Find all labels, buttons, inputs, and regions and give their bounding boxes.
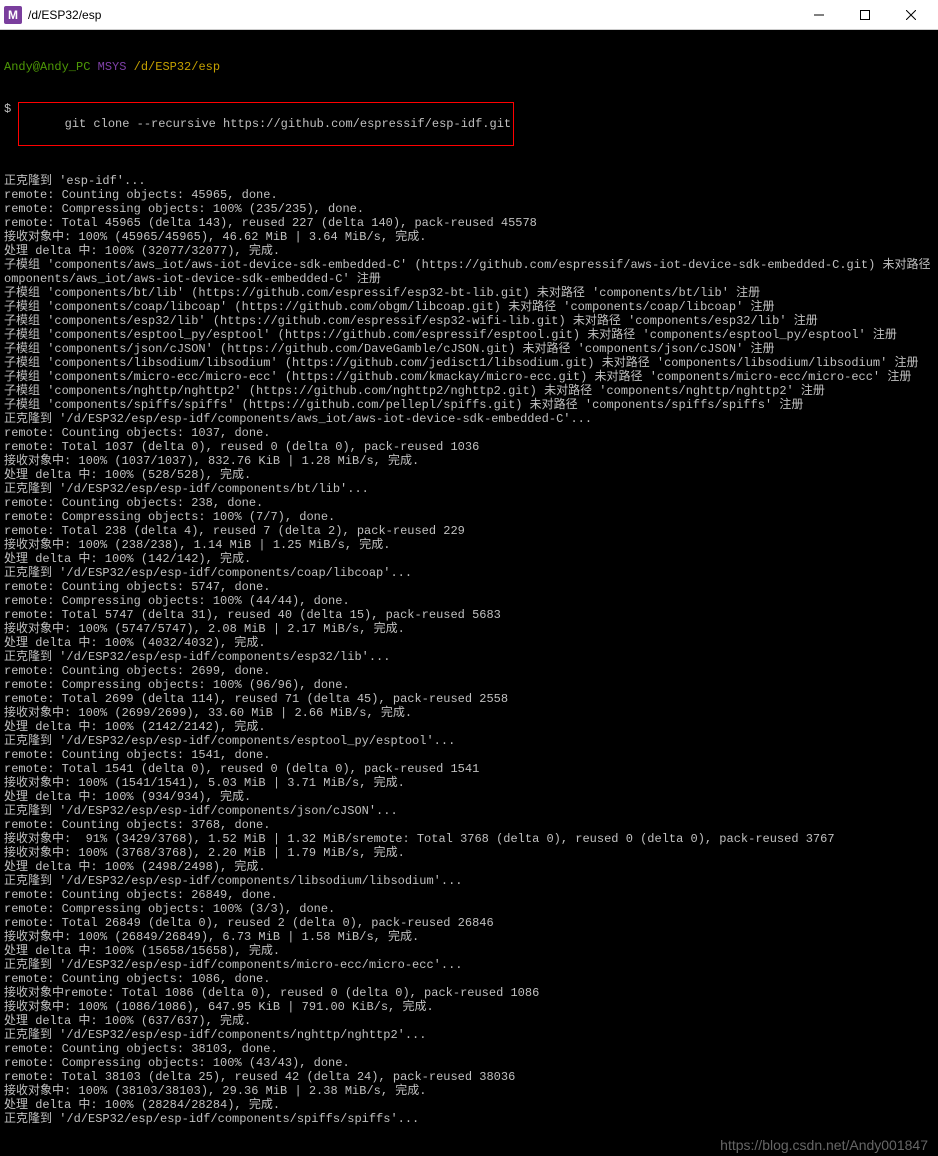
output-line: 正克隆到 '/d/ESP32/esp/esp-idf/components/li…: [4, 874, 934, 888]
output-line: 接收对象中remote: Total 1086 (delta 0), reuse…: [4, 986, 934, 1000]
output-line: 接收对象中: 100% (2699/2699), 33.60 MiB | 2.6…: [4, 706, 934, 720]
output-line: remote: Compressing objects: 100% (7/7),…: [4, 510, 934, 524]
output-line: remote: Counting objects: 2699, done.: [4, 664, 934, 678]
output-line: 子模组 'components/micro-ecc/micro-ecc' (ht…: [4, 370, 934, 384]
output-line: remote: Compressing objects: 100% (43/43…: [4, 1056, 934, 1070]
output-line: 处理 delta 中: 100% (528/528), 完成.: [4, 468, 934, 482]
output-line: remote: Counting objects: 3768, done.: [4, 818, 934, 832]
output-line: remote: Counting objects: 238, done.: [4, 496, 934, 510]
maximize-button[interactable]: [842, 1, 888, 29]
output-line: 子模组 'components/coap/libcoap' (https://g…: [4, 300, 934, 314]
output-line: 正克隆到 '/d/ESP32/esp/esp-idf/components/co…: [4, 566, 934, 580]
prompt-system: MSYS: [98, 60, 127, 74]
output-line: 处理 delta 中: 100% (28284/28284), 完成.: [4, 1098, 934, 1112]
output-line: 处理 delta 中: 100% (934/934), 完成.: [4, 790, 934, 804]
output-line: 子模组 'components/esptool_py/esptool' (htt…: [4, 328, 934, 342]
output-line: omponents/aws_iot/aws-iot-device-sdk-emb…: [4, 272, 934, 286]
watermark-text: https://blog.csdn.net/Andy001847: [720, 1138, 928, 1152]
output-line: 正克隆到 '/d/ESP32/esp/esp-idf/components/aw…: [4, 412, 934, 426]
output-line: 接收对象中: 100% (45965/45965), 46.62 MiB | 3…: [4, 230, 934, 244]
window-controls: [796, 1, 934, 29]
command-line: $ git clone --recursive https://github.c…: [4, 102, 934, 146]
window-title: /d/ESP32/esp: [28, 8, 796, 22]
output-line: 处理 delta 中: 100% (4032/4032), 完成.: [4, 636, 934, 650]
output-line: remote: Counting objects: 38103, done.: [4, 1042, 934, 1056]
output-line: 子模组 'components/bt/lib' (https://github.…: [4, 286, 934, 300]
output-line: 子模组 'components/spiffs/spiffs' (https://…: [4, 398, 934, 412]
output-line: remote: Counting objects: 1541, done.: [4, 748, 934, 762]
output-line: remote: Counting objects: 45965, done.: [4, 188, 934, 202]
output-line: remote: Compressing objects: 100% (235/2…: [4, 202, 934, 216]
output-line: remote: Total 45965 (delta 143), reused …: [4, 216, 934, 230]
output-line: 子模组 'components/libsodium/libsodium' (ht…: [4, 356, 934, 370]
terminal-output: 正克隆到 'esp-idf'...remote: Counting object…: [4, 174, 934, 1126]
output-line: 子模组 'components/esp32/lib' (https://gith…: [4, 314, 934, 328]
output-line: remote: Total 5747 (delta 31), reused 40…: [4, 608, 934, 622]
output-line: 正克隆到 '/d/ESP32/esp/esp-idf/components/bt…: [4, 482, 934, 496]
output-line: 处理 delta 中: 100% (2498/2498), 完成.: [4, 860, 934, 874]
output-line: remote: Total 2699 (delta 114), reused 7…: [4, 692, 934, 706]
output-line: 正克隆到 '/d/ESP32/esp/esp-idf/components/js…: [4, 804, 934, 818]
output-line: 接收对象中: 100% (1541/1541), 5.03 MiB | 3.71…: [4, 776, 934, 790]
prompt-dollar: $: [4, 102, 11, 146]
output-line: 接收对象中: 100% (1037/1037), 832.76 KiB | 1.…: [4, 454, 934, 468]
output-line: 处理 delta 中: 100% (637/637), 完成.: [4, 1014, 934, 1028]
prompt-user: Andy@Andy_PC: [4, 60, 90, 74]
output-line: remote: Counting objects: 1037, done.: [4, 426, 934, 440]
output-line: remote: Counting objects: 1086, done.: [4, 972, 934, 986]
output-line: remote: Total 238 (delta 4), reused 7 (d…: [4, 524, 934, 538]
titlebar: M /d/ESP32/esp: [0, 0, 938, 30]
output-line: 正克隆到 '/d/ESP32/esp/esp-idf/components/sp…: [4, 1112, 934, 1126]
command-highlight-box: git clone --recursive https://github.com…: [18, 102, 514, 146]
output-line: 处理 delta 中: 100% (142/142), 完成.: [4, 552, 934, 566]
output-line: 处理 delta 中: 100% (15658/15658), 完成.: [4, 944, 934, 958]
output-line: 处理 delta 中: 100% (2142/2142), 完成.: [4, 720, 934, 734]
output-line: 子模组 'components/aws_iot/aws-iot-device-s…: [4, 258, 934, 272]
output-line: remote: Total 38103 (delta 25), reused 4…: [4, 1070, 934, 1084]
output-line: 接收对象中: 100% (238/238), 1.14 MiB | 1.25 M…: [4, 538, 934, 552]
prompt-line-1: Andy@Andy_PC MSYS /d/ESP32/esp: [4, 60, 934, 74]
minimize-button[interactable]: [796, 1, 842, 29]
output-line: 接收对象中: 100% (5747/5747), 2.08 MiB | 2.17…: [4, 622, 934, 636]
output-line: remote: Total 26849 (delta 0), reused 2 …: [4, 916, 934, 930]
output-line: 接收对象中: 100% (38103/38103), 29.36 MiB | 2…: [4, 1084, 934, 1098]
close-button[interactable]: [888, 1, 934, 29]
prompt-path: /d/ESP32/esp: [134, 60, 220, 74]
output-line: 正克隆到 '/d/ESP32/esp/esp-idf/components/es…: [4, 734, 934, 748]
output-line: 正克隆到 '/d/ESP32/esp/esp-idf/components/ng…: [4, 1028, 934, 1042]
output-line: 接收对象中: 100% (26849/26849), 6.73 MiB | 1.…: [4, 930, 934, 944]
output-line: 接收对象中: 100% (1086/1086), 647.95 KiB | 79…: [4, 1000, 934, 1014]
output-line: 正克隆到 'esp-idf'...: [4, 174, 934, 188]
output-line: 正克隆到 '/d/ESP32/esp/esp-idf/components/mi…: [4, 958, 934, 972]
terminal-area[interactable]: Andy@Andy_PC MSYS /d/ESP32/esp $ git clo…: [0, 30, 938, 1156]
output-line: remote: Counting objects: 5747, done.: [4, 580, 934, 594]
output-line: 处理 delta 中: 100% (32077/32077), 完成.: [4, 244, 934, 258]
output-line: remote: Compressing objects: 100% (44/44…: [4, 594, 934, 608]
output-line: 接收对象中: 100% (3768/3768), 2.20 MiB | 1.79…: [4, 846, 934, 860]
output-line: 子模组 'components/nghttp/nghttp2' (https:/…: [4, 384, 934, 398]
app-icon: M: [4, 6, 22, 24]
output-line: 子模组 'components/json/cJSON' (https://git…: [4, 342, 934, 356]
output-line: 接收对象中: 91% (3429/3768), 1.52 MiB | 1.32 …: [4, 832, 934, 846]
output-line: remote: Total 1541 (delta 0), reused 0 (…: [4, 762, 934, 776]
output-line: remote: Compressing objects: 100% (96/96…: [4, 678, 934, 692]
output-line: remote: Counting objects: 26849, done.: [4, 888, 934, 902]
output-line: remote: Total 1037 (delta 0), reused 0 (…: [4, 440, 934, 454]
output-line: 正克隆到 '/d/ESP32/esp/esp-idf/components/es…: [4, 650, 934, 664]
command-text: git clone --recursive https://github.com…: [65, 117, 511, 131]
output-line: remote: Compressing objects: 100% (3/3),…: [4, 902, 934, 916]
